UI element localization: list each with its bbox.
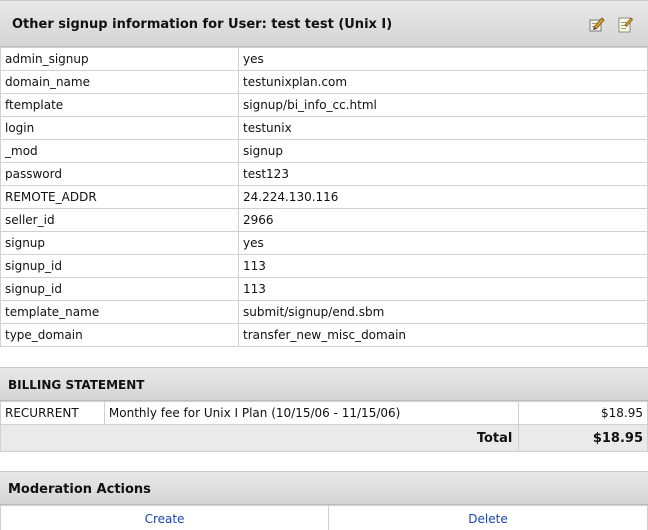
field-value: 113: [238, 254, 648, 278]
field-key: seller_id: [0, 208, 239, 232]
field-key: password: [0, 162, 239, 186]
field-key: signup_id: [0, 277, 239, 301]
field-value: 113: [238, 277, 648, 301]
field-value: submit/signup/end.sbm: [238, 300, 648, 324]
billing-total-amount: $18.95: [518, 424, 648, 452]
billing-header: BILLING STATEMENT: [0, 367, 648, 401]
field-value: yes: [238, 231, 648, 255]
field-key: login: [0, 116, 239, 140]
moderation-title: Moderation Actions: [8, 482, 151, 497]
signup-info-table: admin_signup yes domain_name testunixplan.…: [0, 47, 648, 347]
field-value: signup/bi_info_cc.html: [238, 93, 648, 117]
table-row: login testunix: [0, 116, 648, 140]
table-row: password test123: [0, 162, 648, 186]
signup-info-title: Other signup information for User: test …: [12, 17, 393, 32]
table-row: type_domain transfer_new_misc_domain: [0, 323, 648, 347]
field-key: signup_id: [0, 254, 239, 278]
field-value: transfer_new_misc_domain: [238, 323, 648, 347]
field-value: testunix: [238, 116, 648, 140]
edit-icon[interactable]: [588, 16, 605, 33]
table-row: REMOTE_ADDR 24.224.130.116: [0, 185, 648, 209]
table-row: _mod signup: [0, 139, 648, 163]
billing-line-row: RECURRENT Monthly fee for Unix I Plan (1…: [0, 401, 648, 425]
field-key: type_domain: [0, 323, 239, 347]
table-row: signup_id 113: [0, 277, 648, 301]
field-key: _mod: [0, 139, 239, 163]
field-value: signup: [238, 139, 648, 163]
field-value: test123: [238, 162, 648, 186]
field-value: yes: [238, 47, 648, 71]
table-row: signup_id 113: [0, 254, 648, 278]
table-row: ftemplate signup/bi_info_cc.html: [0, 93, 648, 117]
billing-line-type: RECURRENT: [0, 401, 105, 425]
billing-total-label: Total: [0, 424, 520, 452]
moderation-actions: Create Delete: [0, 505, 648, 530]
billing-line-amount: $18.95: [518, 401, 648, 425]
billing-total-row: Total $18.95: [0, 424, 648, 452]
field-value: 24.224.130.116: [238, 185, 648, 209]
table-row: signup yes: [0, 231, 648, 255]
billing-table: RECURRENT Monthly fee for Unix I Plan (1…: [0, 401, 648, 452]
field-key: domain_name: [0, 70, 239, 94]
field-key: admin_signup: [0, 47, 239, 71]
delete-link[interactable]: Delete: [329, 505, 648, 530]
table-row: seller_id 2966: [0, 208, 648, 232]
table-row: domain_name testunixplan.com: [0, 70, 648, 94]
note-icon[interactable]: [616, 16, 633, 33]
field-key: signup: [0, 231, 239, 255]
field-key: ftemplate: [0, 93, 239, 117]
field-key: REMOTE_ADDR: [0, 185, 239, 209]
billing-line-description: Monthly fee for Unix I Plan (10/15/06 - …: [103, 401, 520, 425]
billing-title: BILLING STATEMENT: [8, 378, 145, 392]
field-key: template_name: [0, 300, 239, 324]
field-value: 2966: [238, 208, 648, 232]
table-row: admin_signup yes: [0, 47, 648, 71]
signup-info-header: Other signup information for User: test …: [0, 0, 648, 47]
moderation-header: Moderation Actions: [0, 471, 648, 505]
create-link[interactable]: Create: [1, 505, 329, 530]
field-value: testunixplan.com: [238, 70, 648, 94]
table-row: template_name submit/signup/end.sbm: [0, 300, 648, 324]
